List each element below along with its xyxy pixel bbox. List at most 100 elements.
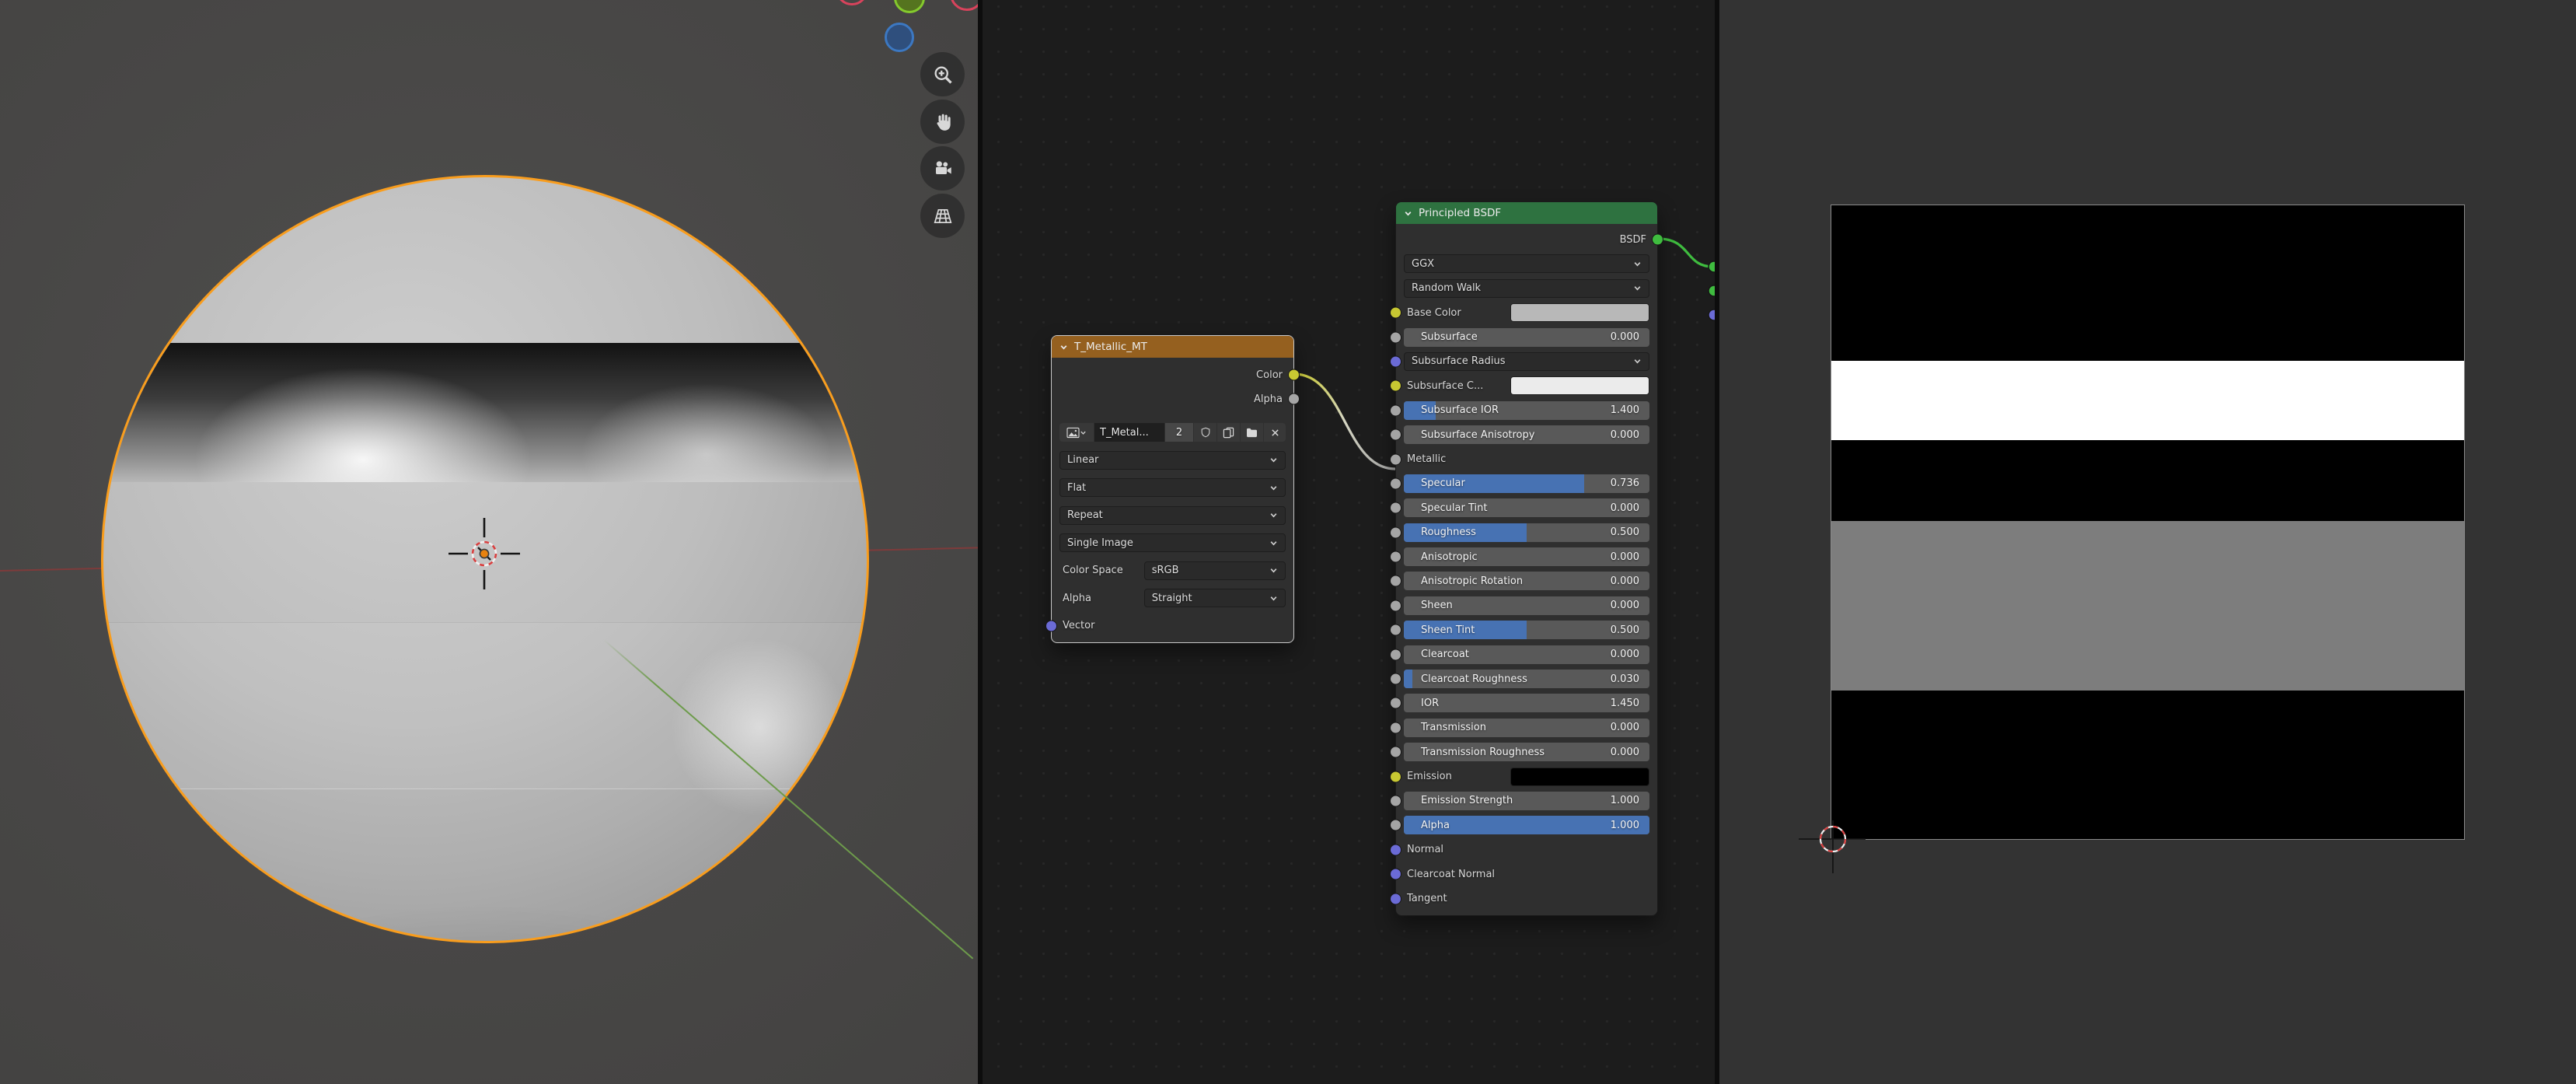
gizmo-axis-y-icon[interactable] [894, 0, 925, 13]
slider-sheen[interactable]: Sheen0.000 [1404, 596, 1649, 615]
blender-window: T_Metallic_MT ColorAlphaT_Metal...2Linea… [0, 0, 2576, 1084]
vector-socket[interactable] [1390, 355, 1401, 367]
vector-socket[interactable] [1045, 620, 1057, 631]
shader-socket[interactable] [1709, 261, 1715, 272]
vector-socket[interactable] [1390, 893, 1401, 904]
color-socket[interactable] [1288, 369, 1300, 381]
label: 2 [1176, 427, 1182, 439]
image-users-count-button[interactable]: 2 [1165, 423, 1193, 442]
image-canvas[interactable] [1831, 205, 2464, 839]
slider-anisotropic[interactable]: Anisotropic0.000 [1404, 547, 1649, 566]
value-socket[interactable] [1390, 429, 1401, 441]
out-row: Alpha [1059, 390, 1286, 408]
vector-socket[interactable] [1390, 869, 1401, 880]
value-socket[interactable] [1390, 404, 1401, 416]
select-repeat[interactable]: Repeat [1059, 506, 1286, 525]
value-socket[interactable] [1390, 575, 1401, 587]
color-socket[interactable] [1390, 771, 1401, 782]
slider-specular[interactable]: Specular0.736 [1404, 474, 1649, 493]
new-image-button[interactable] [1217, 423, 1240, 442]
image-name-field[interactable]: T_Metal... [1094, 423, 1164, 442]
color-swatch-subsurface-c-[interactable] [1510, 376, 1649, 395]
label: Alpha [1254, 393, 1283, 405]
label: Subsurface Anisotropy [1404, 429, 1534, 441]
pan-tool-button[interactable] [920, 100, 965, 144]
value-socket[interactable] [1390, 722, 1401, 733]
value-socket[interactable] [1390, 551, 1401, 563]
image-texture-node[interactable]: T_Metallic_MT ColorAlphaT_Metal...2Linea… [1051, 335, 1294, 643]
texture-node-header[interactable]: T_Metallic_MT [1052, 336, 1293, 358]
unlink-image-button[interactable] [1264, 423, 1286, 442]
slider-subsurface-anisotropy[interactable]: Subsurface Anisotropy 0.000 [1404, 425, 1649, 444]
shader-socket[interactable] [1652, 234, 1663, 246]
label: 0.000 [1611, 649, 1649, 660]
slider-emission-strength[interactable]: Emission Strength1.000 [1404, 792, 1649, 810]
gizmo-axis-x-icon[interactable] [836, 0, 868, 5]
slider-clearcoat[interactable]: Clearcoat0.000 [1404, 645, 1649, 664]
magnifier-plus-icon [932, 64, 954, 86]
value-socket[interactable] [1390, 673, 1401, 685]
fake-user-button[interactable] [1194, 423, 1216, 442]
select-single-image[interactable]: Single Image [1059, 533, 1286, 552]
principled-bsdf-node[interactable]: Principled BSDF BSDFGGXRandom WalkBase C… [1395, 201, 1658, 916]
slider-clearcoat-roughness[interactable]: Clearcoat Roughness0.030 [1404, 670, 1649, 688]
color-swatch-base-color[interactable] [1510, 303, 1649, 322]
slider-roughness[interactable]: Roughness0.500 [1404, 523, 1649, 542]
slider-transmission-roughness[interactable]: Transmission Roughness0.000 [1404, 743, 1649, 761]
orthographic-toggle-button[interactable] [920, 194, 965, 238]
select-linear[interactable]: Linear [1059, 451, 1286, 470]
image-editor[interactable] [1719, 0, 2576, 1084]
texture-node-title: T_Metallic_MT [1074, 341, 1147, 353]
collapse-chevron-icon[interactable] [1059, 343, 1068, 351]
slider-specular-tint[interactable]: Specular Tint0.000 [1404, 498, 1649, 517]
value-socket[interactable] [1390, 600, 1401, 611]
bsdf-node-header[interactable]: Principled BSDF [1396, 202, 1657, 224]
gizmo-axis-x2-icon[interactable] [950, 0, 978, 11]
value-socket[interactable] [1390, 453, 1401, 465]
select-ggx[interactable]: GGX [1404, 254, 1649, 273]
select-subsurface-radius[interactable]: Subsurface Radius [1404, 352, 1649, 371]
slider-anisotropic-rotation[interactable]: Anisotropic Rotation0.000 [1404, 572, 1649, 590]
value-socket[interactable] [1288, 393, 1300, 405]
color-socket[interactable] [1390, 307, 1401, 319]
value-socket[interactable] [1390, 795, 1401, 806]
shader-socket[interactable] [1709, 285, 1715, 296]
value-socket[interactable] [1390, 477, 1401, 489]
shader-node-editor[interactable]: T_Metallic_MT ColorAlphaT_Metal...2Linea… [983, 0, 1715, 1084]
color-swatch-emission[interactable] [1510, 768, 1649, 786]
open-image-button[interactable] [1241, 423, 1263, 442]
value-socket[interactable] [1390, 502, 1401, 514]
select-straight[interactable]: Straight [1144, 589, 1286, 607]
collapse-chevron-icon[interactable] [1404, 209, 1412, 218]
color-row: Base Color [1404, 303, 1649, 322]
select-random-walk[interactable]: Random Walk [1404, 279, 1649, 298]
camera-view-button[interactable] [920, 146, 965, 191]
vector-socket[interactable] [1709, 309, 1715, 320]
zoom-tool-button[interactable] [920, 52, 965, 96]
label: 0.000 [1611, 429, 1649, 441]
vector-socket[interactable] [1390, 844, 1401, 855]
color-row: Subsurface C... [1404, 376, 1649, 395]
value-socket[interactable] [1390, 526, 1401, 538]
label: 0.500 [1611, 624, 1649, 636]
value-socket[interactable] [1390, 649, 1401, 660]
slider-subsurface-ior[interactable]: Subsurface IOR1.400 [1404, 401, 1649, 420]
select-flat[interactable]: Flat [1059, 478, 1286, 497]
gizmo-axis-z-icon[interactable] [885, 23, 914, 52]
value-socket[interactable] [1390, 747, 1401, 758]
chevron-down-icon [1269, 539, 1278, 547]
value-socket[interactable] [1390, 820, 1401, 831]
select-srgb[interactable]: sRGB [1144, 561, 1286, 580]
3d-viewport[interactable] [0, 0, 978, 1084]
value-socket[interactable] [1390, 698, 1401, 709]
image-browse-button[interactable] [1059, 423, 1094, 442]
slider-subsurface[interactable]: Subsurface0.000 [1404, 328, 1649, 347]
slider-sheen-tint[interactable]: Sheen Tint0.500 [1404, 621, 1649, 639]
slider-transmission[interactable]: Transmission0.000 [1404, 719, 1649, 737]
value-socket[interactable] [1390, 624, 1401, 636]
slider-alpha[interactable]: Alpha1.000 [1404, 816, 1649, 834]
slider-row: Subsurface0.000 [1404, 328, 1649, 347]
slider-ior[interactable]: IOR1.450 [1404, 694, 1649, 712]
value-socket[interactable] [1390, 331, 1401, 343]
color-socket[interactable] [1390, 380, 1401, 392]
